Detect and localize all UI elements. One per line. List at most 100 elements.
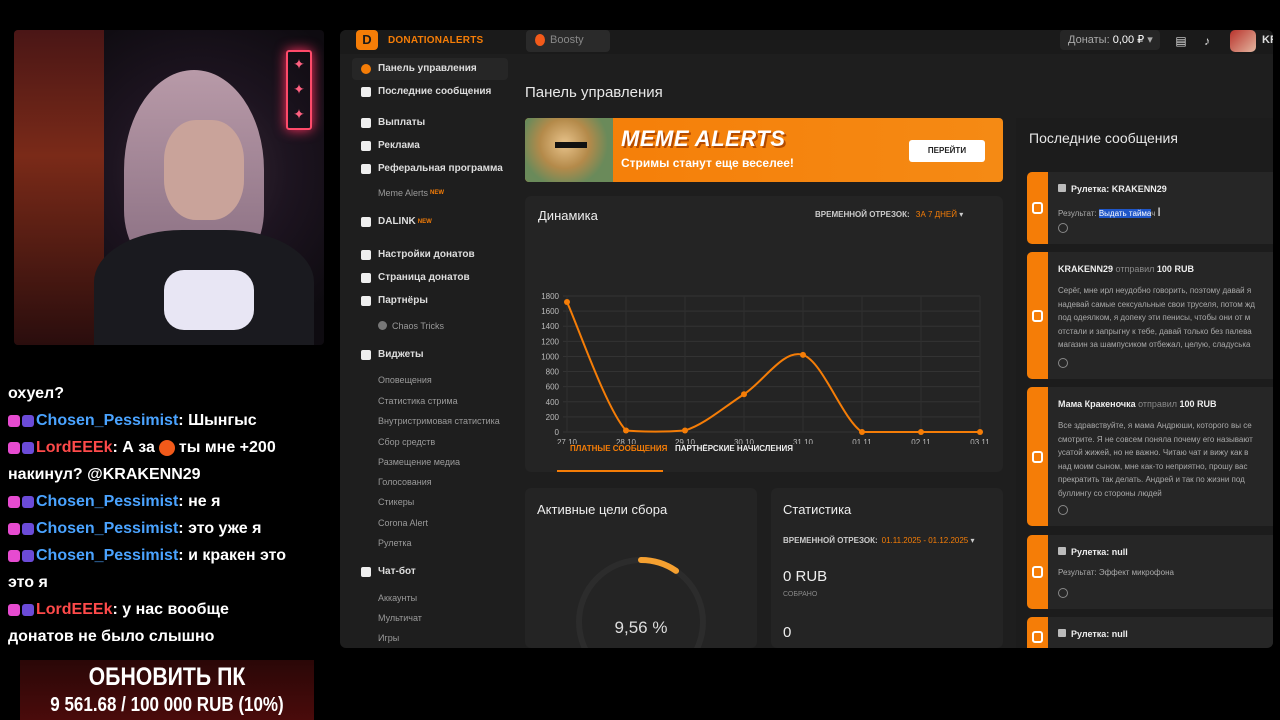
sidebar-subitem[interactable]: Голосования xyxy=(378,472,432,492)
boosty-tab[interactable]: Boosty xyxy=(526,30,610,52)
sidebar-subitem[interactable]: Игры xyxy=(378,628,399,648)
sidebar-item[interactable]: Виджеты xyxy=(352,344,424,366)
tab-partner-earnings[interactable]: ПАРТНЁРСКИЕ НАЧИСЛЕНИЯ xyxy=(675,444,793,453)
sidebar-item[interactable]: Чат-бот xyxy=(352,561,416,583)
username-short[interactable]: KR xyxy=(1262,34,1273,46)
goal-title: ОБНОВИТЬ ПК xyxy=(88,663,246,691)
sidebar-item[interactable]: Страница донатов xyxy=(352,267,470,289)
message-card[interactable]: Рулетка: null xyxy=(1027,617,1273,648)
sidebar-subitem[interactable]: Chaos Tricks xyxy=(378,316,444,336)
sidebar-subitem-label: Corona Alert xyxy=(378,518,429,528)
sidebar-subitem[interactable]: Внутристримовая статистика xyxy=(378,411,500,431)
avatar[interactable] xyxy=(1230,30,1256,52)
message-card[interactable]: Рулетка: null Результат: Эффект микрофона xyxy=(1027,535,1273,609)
sidebar-item-icon xyxy=(361,567,371,577)
sidebar-item[interactable]: Панель управления xyxy=(352,58,508,80)
period-value[interactable]: ЗА 7 ДНЕЙ xyxy=(916,210,957,219)
message-header: Рулетка: null xyxy=(1058,547,1128,557)
bell-icon[interactable]: ♪ xyxy=(1200,34,1214,48)
message-line: усатой жижей, но не важно. Читаю чат и в… xyxy=(1058,448,1249,457)
dynamics-period[interactable]: ВРЕМЕННОЙ ОТРЕЗОК: ЗА 7 ДНЕЙ ▾ xyxy=(815,210,963,219)
message-card[interactable]: KRAKENN29 отправил 100 RUB Серёг, мне ирл… xyxy=(1027,252,1273,379)
meme-alerts-banner[interactable]: MEME ALERTS Стримы станут еще веселее! П… xyxy=(525,118,1003,182)
data-point xyxy=(859,429,865,435)
sidebar-subitem[interactable]: Мультичат xyxy=(378,608,422,628)
chat-username[interactable]: Chosen_Pessimist xyxy=(36,547,178,564)
message-line: Все здравствуйте, я мама Андрюши, которо… xyxy=(1058,421,1252,430)
document-icon[interactable]: ▤ xyxy=(1174,34,1188,48)
chat-username[interactable]: LordEEEk xyxy=(36,439,112,456)
chat-username[interactable]: Chosen_Pessimist xyxy=(36,520,178,537)
message-card[interactable]: Мама Кракеночка отправил 100 RUB Все здра… xyxy=(1027,387,1273,526)
sidebar-item[interactable]: Реферальная программа xyxy=(352,158,503,180)
y-tick-label: 1200 xyxy=(541,337,559,346)
sidebar-item-label: Партнёры xyxy=(378,295,428,306)
chat-text-tail: ты мне +200 xyxy=(178,439,276,456)
sidebar-item-icon xyxy=(361,250,371,260)
brand-name[interactable]: DONATIONALERTS xyxy=(388,35,483,46)
dice-icon xyxy=(1058,629,1066,637)
data-point xyxy=(564,299,570,306)
amount: 100 RUB xyxy=(1156,264,1194,274)
sidebar-subitem[interactable]: Corona Alert xyxy=(378,513,428,533)
sidebar-item[interactable]: Выплаты xyxy=(352,112,425,134)
chat-username[interactable]: LordEEEk xyxy=(36,601,112,618)
roulette-title: Рулетка: null xyxy=(1071,629,1128,639)
sidebar-item[interactable]: DALINK NEW xyxy=(352,211,432,233)
logo-icon[interactable]: D xyxy=(356,30,378,50)
sidebar-item[interactable]: Партнёры xyxy=(352,290,428,312)
sidebar-item[interactable]: Реклама xyxy=(352,135,420,157)
active-goals-card: Активные цели сбора 9,56 % xyxy=(525,488,757,648)
sidebar-item-label: Панель управления xyxy=(378,63,477,74)
stats-period-value[interactable]: 01.11.2025 - 01.12.2025 xyxy=(882,536,969,545)
gem-badge-icon xyxy=(22,549,34,562)
brick-wall xyxy=(14,30,104,345)
dynamics-card: Динамика ВРЕМЕННОЙ ОТРЕЗОК: ЗА 7 ДНЕЙ ▾ 0… xyxy=(525,196,1003,472)
sidebar-item[interactable]: Последние сообщения xyxy=(352,81,491,103)
sidebar-subitem-label: Статистика стрима xyxy=(378,396,458,406)
sidebar-item-icon xyxy=(361,87,371,97)
message-header: Мама Кракеночка отправил 100 RUB xyxy=(1058,399,1217,409)
doge-image xyxy=(525,118,613,182)
donations-value: 0,00 ₽ xyxy=(1112,34,1145,46)
sidebar-subitem[interactable]: Стикеры xyxy=(378,492,414,512)
chat-username[interactable]: Chosen_Pessimist xyxy=(36,412,178,429)
messages-title: Последние сообщения xyxy=(1029,130,1178,146)
donations-dropdown[interactable]: Донаты: 0,00 ₽ ▾ xyxy=(1060,30,1160,50)
message-header: Рулетка: null xyxy=(1058,629,1128,639)
replay-icon[interactable] xyxy=(1058,223,1068,233)
banner-go-button[interactable]: ПЕРЕЙТИ xyxy=(909,140,985,162)
gem-badge-icon xyxy=(22,603,34,616)
message-line: магазин за шампусиком отбежал, целую, сл… xyxy=(1058,340,1251,349)
message-line: надевай самые сексуальные свои труселя, … xyxy=(1058,299,1255,309)
sidebar-subitem[interactable]: Статистика стрима xyxy=(378,391,458,411)
tab-paid-messages[interactable]: ПЛАТНЫЕ СООБЩЕНИЯ xyxy=(570,444,667,453)
message-line: смотрите. Я не совсем поняла почему его … xyxy=(1058,434,1253,444)
chat-line: накинул? @KRAKENN29 xyxy=(8,461,338,488)
replay-icon[interactable] xyxy=(1058,358,1068,368)
sidebar-subitem[interactable]: Рулетка xyxy=(378,533,412,553)
sidebar-item[interactable]: Настройки донатов xyxy=(352,244,475,266)
chat-colon: : xyxy=(178,520,189,537)
sidebar-subitem[interactable]: Сбор средств xyxy=(378,432,435,452)
sidebar-item-label: Реклама xyxy=(378,140,420,151)
sidebar-item-icon xyxy=(361,217,371,227)
sidebar-subitem-label: Голосования xyxy=(378,477,432,487)
sidebar-subitem[interactable]: Размещение медиа xyxy=(378,452,460,472)
replay-icon[interactable] xyxy=(1058,505,1068,515)
sidebar-subitem[interactable]: Meme Alerts NEW xyxy=(378,183,444,203)
replay-icon[interactable] xyxy=(1058,588,1068,598)
message-bar xyxy=(1027,387,1048,526)
stats-period[interactable]: ВРЕМЕННОЙ ОТРЕЗОК: 01.11.2025 - 01.12.202… xyxy=(783,536,975,545)
data-point xyxy=(682,427,688,434)
sidebar-item-icon xyxy=(361,141,371,151)
chat-line: Chosen_Pessimist: Шынгыс xyxy=(8,407,338,434)
sidebar-subitem[interactable]: Оповещения xyxy=(378,370,432,390)
dynamics-title: Динамика xyxy=(538,208,598,223)
chat-username[interactable]: Chosen_Pessimist xyxy=(36,493,178,510)
message-card[interactable]: Рулетка: KRAKENN29 Результат: Выдать тайм… xyxy=(1027,172,1273,244)
sidebar-subitem[interactable]: Аккаунты xyxy=(378,588,417,608)
sent-label: отправил xyxy=(1115,264,1155,274)
heart-badge-icon xyxy=(8,522,20,535)
period-label: ВРЕМЕННОЙ ОТРЕЗОК: xyxy=(815,210,910,219)
